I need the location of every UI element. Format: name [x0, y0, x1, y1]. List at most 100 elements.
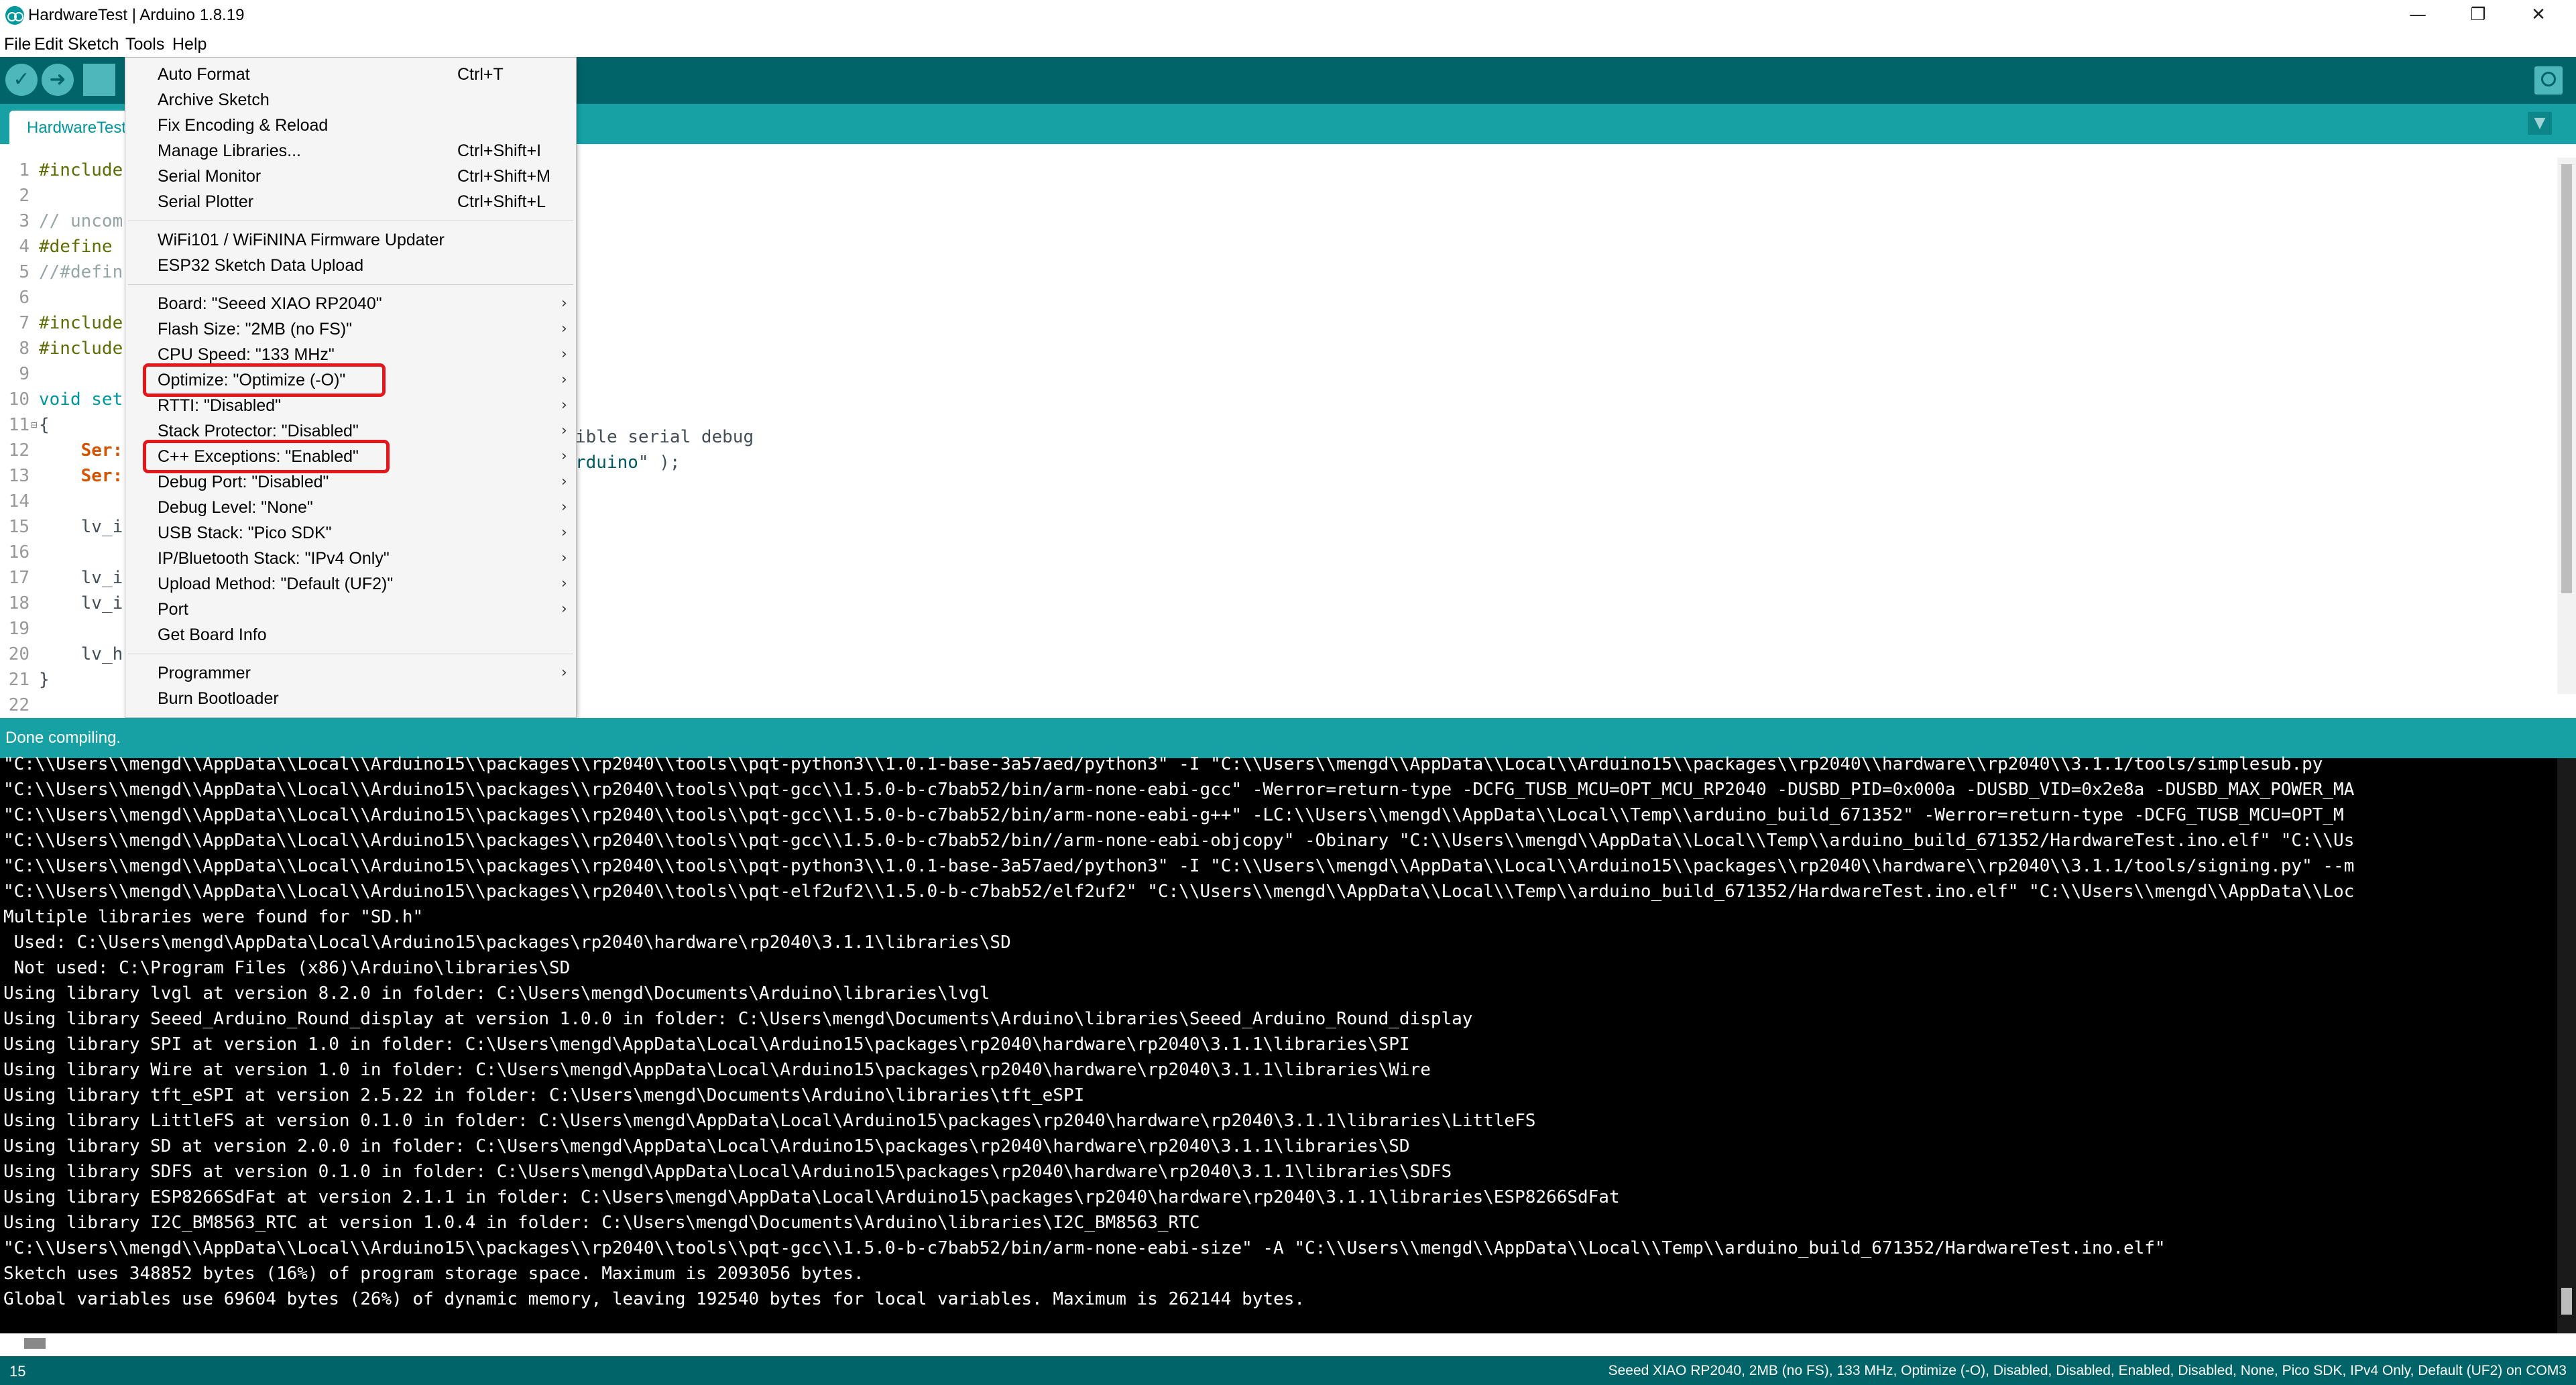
menu-edit[interactable]: Edit: [34, 34, 63, 54]
tools-menu-item[interactable]: Auto Format Ctrl+T: [125, 62, 576, 87]
tools-menu-item[interactable]: Port ›: [125, 597, 576, 622]
menu-tools[interactable]: Tools: [125, 34, 164, 54]
code-text: lv_i: [39, 568, 123, 588]
serial-monitor-icon[interactable]: [2534, 66, 2563, 95]
tools-menu-item[interactable]: IP/Bluetooth Stack: "IPv4 Only" ›: [125, 546, 576, 571]
close-button[interactable]: ✕: [2509, 0, 2568, 30]
tools-menu-item[interactable]: Flash Size: "2MB (no FS)" ›: [125, 316, 576, 342]
tools-menu-item[interactable]: ESP32 Sketch Data Upload: [125, 253, 576, 278]
line-number-gutter: 8: [19, 339, 30, 359]
console-line: Using library I2C_BM8563_RTC at version …: [3, 1213, 1200, 1233]
console-line: Using library LittleFS at version 0.1.0 …: [3, 1111, 1536, 1131]
console-line: Sketch uses 348852 bytes (16%) of progra…: [3, 1264, 864, 1284]
tools-dropdown-menu: Auto Format Ctrl+T Archive Sketch Fix Encod…: [125, 57, 577, 718]
menu-file[interactable]: File: [4, 34, 31, 54]
tab-menu-chevron-icon[interactable]: ▼: [2528, 112, 2552, 135]
console-line: "C:\\Users\\mengd\\AppData\\Local\\Ardui…: [3, 882, 2355, 902]
line-number-gutter: 6: [19, 288, 30, 308]
submenu-arrow-icon: ›: [561, 664, 567, 681]
submenu-arrow-icon: ›: [561, 601, 567, 617]
bottom-status-bar: 15 Seeed XIAO RP2040, 2MB (no FS), 133 M…: [0, 1356, 2576, 1385]
console-line: Using library ESP8266SdFat at version 2.…: [3, 1187, 1620, 1207]
horizontal-scroll-thumb[interactable]: [24, 1338, 46, 1349]
line-number-gutter: 16: [8, 542, 30, 562]
line-number-gutter: 21: [8, 670, 30, 690]
verify-button[interactable]: ✓: [5, 64, 38, 96]
submenu-arrow-icon: ›: [561, 499, 567, 516]
menu-item-label: Stack Protector: "Disabled": [158, 422, 359, 440]
line-number-gutter: 10: [8, 389, 30, 410]
code-text: lv_i: [39, 517, 123, 537]
line-number-gutter: 22: [8, 695, 30, 715]
fold-marker-icon[interactable]: ⊟: [31, 412, 38, 438]
console-line: Using library SPI at version 1.0 in fold…: [3, 1034, 1410, 1055]
line-number-gutter: 9: [19, 364, 30, 384]
new-sketch-button[interactable]: [83, 64, 115, 96]
status-text: Done compiling.: [5, 729, 121, 747]
line-number-gutter: 13: [8, 466, 30, 486]
console-line: "C:\\Users\\mengd\\AppData\\Local\\Ardui…: [3, 754, 2323, 774]
submenu-arrow-icon: ›: [561, 397, 567, 414]
editor-scroll-thumb[interactable]: [2561, 164, 2572, 593]
tools-menu-item[interactable]: Board: "Seeed XIAO RP2040" ›: [125, 291, 576, 316]
window-title: HardwareTest | Arduino 1.8.19: [28, 6, 245, 24]
console-line: Using library tft_eSPI at version 2.5.22…: [3, 1085, 1085, 1105]
line-number-gutter: 14: [8, 491, 30, 511]
tools-menu-item[interactable]: Fix Encoding & Reload: [125, 113, 576, 138]
tools-menu-item[interactable]: Manage Libraries... Ctrl+Shift+I: [125, 138, 576, 164]
submenu-arrow-icon: ›: [561, 575, 567, 592]
line-number-gutter: 2: [19, 186, 30, 206]
console-scrollbar[interactable]: [2557, 758, 2576, 1333]
code-tail-line-12: ible serial debug: [575, 427, 754, 447]
code-text: lv_h: [39, 644, 123, 664]
menu-item-label: Board: "Seeed XIAO RP2040": [158, 294, 382, 313]
maximize-button[interactable]: ❐: [2449, 0, 2508, 30]
console-line: Using library Wire at version 1.0 in fol…: [3, 1060, 1431, 1080]
tools-menu-item[interactable]: Programmer ›: [125, 660, 576, 686]
console-output[interactable]: "C:\\Users\\mengd\\AppData\\Local\\Ardui…: [0, 754, 2576, 1333]
tools-menu-item[interactable]: Serial Monitor Ctrl+Shift+M: [125, 164, 576, 189]
submenu-arrow-icon: ›: [561, 448, 567, 465]
line-number-gutter: 7: [19, 313, 30, 333]
tools-menu-item[interactable]: Serial Plotter Ctrl+Shift+L: [125, 189, 576, 215]
tools-menu-item[interactable]: Get Board Info: [125, 622, 576, 648]
horizontal-scrollbar[interactable]: [0, 1333, 2576, 1356]
menu-sketch[interactable]: Sketch: [68, 34, 119, 54]
code-text: }: [39, 670, 50, 690]
console-line: Using library lvgl at version 8.2.0 in f…: [3, 983, 990, 1004]
menu-item-shortcut: Ctrl+T: [457, 65, 504, 84]
menu-item-label: Flash Size: "2MB (no FS)": [158, 320, 353, 339]
line-number-gutter: 18: [8, 593, 30, 613]
submenu-arrow-icon: ›: [561, 550, 567, 566]
tab-hardwaretest[interactable]: HardwareTest: [9, 111, 137, 144]
upload-button[interactable]: ➜: [42, 64, 74, 96]
tools-menu-item[interactable]: Debug Level: "None" ›: [125, 495, 576, 520]
line-number-gutter: 4: [19, 237, 30, 257]
menu-item-label: Burn Bootloader: [158, 689, 279, 708]
console-line: "C:\\Users\\mengd\\AppData\\Local\\Ardui…: [3, 780, 2355, 800]
console-line: Using library SDFS at version 0.1.0 in f…: [3, 1162, 1452, 1182]
line-number-gutter: 1: [19, 160, 30, 180]
code-text: void set: [39, 389, 123, 410]
console-line: Using library Seeed_Arduino_Round_displa…: [3, 1009, 1473, 1029]
line-number-gutter: 3: [19, 211, 30, 231]
tools-menu-item[interactable]: Burn Bootloader: [125, 686, 576, 711]
console-line: Using library SD at version 2.0.0 in fol…: [3, 1136, 1410, 1156]
title-bar: HardwareTest | Arduino 1.8.19 — ❐ ✕: [0, 0, 2576, 30]
menu-help[interactable]: Help: [172, 34, 207, 54]
tools-menu-item[interactable]: USB Stack: "Pico SDK" ›: [125, 520, 576, 546]
code-text: lv_i: [39, 593, 123, 613]
menu-item-label: IP/Bluetooth Stack: "IPv4 Only": [158, 549, 390, 568]
menu-item-label: ESP32 Sketch Data Upload: [158, 256, 364, 275]
menu-item-label: Serial Plotter: [158, 192, 254, 211]
tools-menu-item[interactable]: Archive Sketch: [125, 87, 576, 113]
console-scroll-thumb[interactable]: [2561, 1288, 2572, 1315]
minimize-button[interactable]: —: [2388, 0, 2447, 30]
menu-item-label: Debug Port: "Disabled": [158, 473, 329, 491]
line-number-gutter: 17: [8, 568, 30, 588]
console-line: Not used: C:\Program Files (x86)\Arduino…: [3, 958, 571, 978]
tools-menu-item[interactable]: WiFi101 / WiFiNINA Firmware Updater: [125, 227, 576, 253]
tools-menu-item[interactable]: Upload Method: "Default (UF2)" ›: [125, 571, 576, 597]
editor-scrollbar[interactable]: [2557, 158, 2576, 694]
submenu-arrow-icon: ›: [561, 473, 567, 490]
